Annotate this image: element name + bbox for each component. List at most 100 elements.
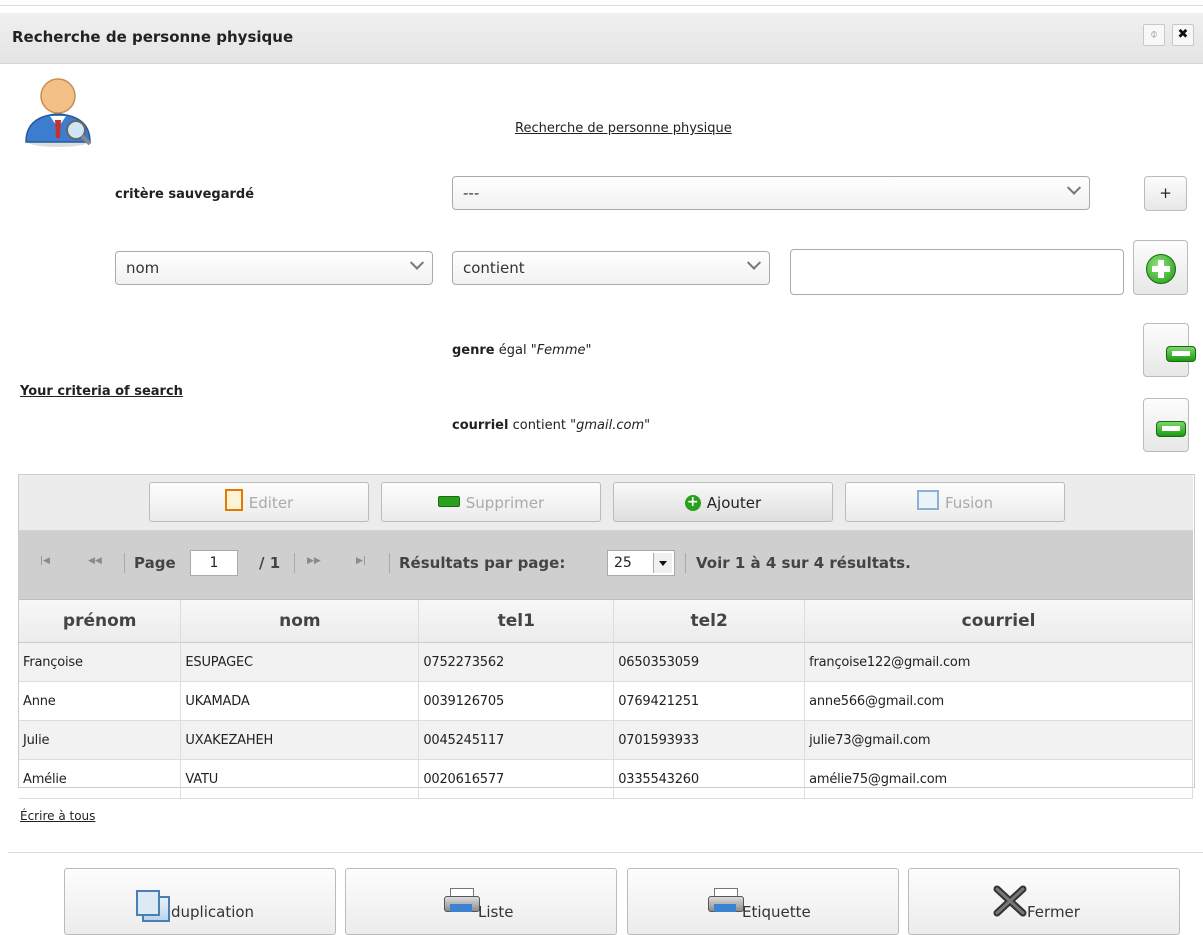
chevron-down-icon (409, 255, 425, 270)
cell-firstname: Julie (19, 720, 182, 760)
criterion-op: contient (512, 418, 566, 433)
pager-separator (389, 553, 390, 573)
duplicate-icon (136, 890, 170, 922)
printer-icon (708, 888, 744, 912)
cell-firstname: Amélie (19, 759, 182, 799)
results-table: prénom nom tel1 tel2 courriel Françoise … (19, 600, 1193, 799)
criterion-1: genre égal "Femme" (452, 343, 591, 358)
page-label: Page (134, 554, 176, 572)
table-header-row: prénom nom tel1 tel2 courriel (19, 600, 1193, 643)
green-plus-icon (1146, 254, 1176, 284)
duplicate-button[interactable]: duplication (64, 868, 336, 935)
cell-lastname: UXAKEZAHEH (180, 720, 420, 760)
add-criterion-button[interactable] (1133, 240, 1188, 295)
footer-divider (8, 852, 1203, 853)
label-label: Etiquette (742, 903, 811, 921)
cell-email: anne566@gmail.com (804, 681, 1193, 721)
criterion-value: "gmail.com" (570, 418, 651, 433)
search-heading[interactable]: Recherche de personne physique (515, 121, 732, 136)
write-all-link[interactable]: Écrire à tous (20, 809, 95, 823)
edit-label: Editer (248, 494, 294, 512)
add-saved-criteria-button[interactable]: + (1144, 176, 1187, 211)
operator-select[interactable]: contient (452, 251, 770, 285)
cell-firstname: Anne (19, 681, 182, 721)
cell-tel1: 0752273562 (418, 642, 615, 682)
remove-criterion-1-button[interactable] (1143, 323, 1196, 377)
close-label: Fermer (1027, 903, 1080, 921)
green-plus-icon: + (684, 495, 701, 511)
per-page-select[interactable]: 25 (607, 550, 675, 576)
first-page-icon[interactable]: |◀ (40, 556, 50, 566)
cell-tel1: 0045245117 (418, 720, 615, 760)
per-page-label: Résultats par page: (399, 554, 566, 572)
criterion-field: genre (452, 343, 495, 358)
close-x-icon (993, 885, 1027, 917)
pin-icon[interactable]: ⌽ (1143, 24, 1165, 46)
saved-criteria-select[interactable]: --- (452, 176, 1090, 210)
cell-lastname: ESUPAGEC (180, 642, 420, 682)
criterion-value: "Femme" (530, 343, 592, 358)
top-divider (0, 5, 1203, 6)
close-button[interactable]: Fermer (908, 868, 1180, 935)
cell-tel1: 0020616577 (418, 759, 615, 799)
merge-label: Fusion (945, 494, 993, 512)
label-button[interactable]: Etiquette (627, 868, 899, 935)
edit-button[interactable]: Editer (149, 482, 369, 522)
delete-button[interactable]: Supprimer (381, 482, 601, 522)
field-select[interactable]: nom (115, 251, 433, 285)
clipboard-icon (224, 489, 243, 511)
cell-tel2: 0701593933 (613, 720, 806, 760)
list-button[interactable]: Liste (345, 868, 617, 935)
remove-criterion-2-button[interactable] (1143, 398, 1189, 452)
duplicate-label: duplication (171, 903, 255, 921)
table-row[interactable]: Julie UXAKEZAHEH 0045245117 0701593933 j… (19, 720, 1193, 760)
add-label: Ajouter (706, 494, 762, 512)
cell-lastname: VATU (180, 759, 420, 799)
column-header-tel2[interactable]: tel2 (613, 600, 806, 643)
column-header-firstname[interactable]: prénom (19, 600, 182, 643)
saved-criteria-value: --- (463, 184, 480, 202)
criterion-op: égal (498, 343, 527, 358)
printer-icon (444, 888, 480, 912)
column-header-email[interactable]: courriel (804, 600, 1193, 643)
last-page-icon[interactable]: ▶| (356, 556, 366, 566)
value-input[interactable] (790, 249, 1124, 295)
cell-email: amélie75@gmail.com (804, 759, 1193, 799)
table-row[interactable]: Anne UKAMADA 0039126705 0769421251 anne5… (19, 681, 1193, 721)
next-page-icon[interactable]: ▶▶ (307, 556, 321, 566)
per-page-value: 25 (614, 555, 632, 571)
merge-icon (917, 490, 939, 510)
chevron-down-icon (746, 255, 762, 270)
cell-email: julie73@gmail.com (804, 720, 1193, 760)
dropdown-arrow-icon (653, 553, 672, 573)
cell-tel1: 0039126705 (418, 681, 615, 721)
table-row[interactable]: Françoise ESUPAGEC 0752273562 0650353059… (19, 642, 1193, 682)
cell-email: françoise122@gmail.com (804, 642, 1193, 682)
cell-firstname: Françoise (19, 642, 182, 682)
add-button[interactable]: + Ajouter (613, 482, 833, 522)
green-minus-icon (1156, 421, 1186, 437)
prev-page-icon[interactable]: ◀◀ (88, 556, 102, 566)
criterion-field: courriel (452, 418, 509, 433)
close-icon[interactable]: ✖ (1172, 24, 1194, 46)
person-search-icon (25, 78, 92, 147)
dialog-title: Recherche de personne physique (12, 28, 294, 46)
column-header-tel1[interactable]: tel1 (418, 600, 615, 643)
page-input[interactable]: 1 (190, 550, 238, 576)
criterion-2: courriel contient "gmail.com" (452, 418, 650, 433)
column-header-lastname[interactable]: nom (180, 600, 420, 643)
table-row[interactable]: Amélie VATU 0020616577 0335543260 amélie… (19, 759, 1193, 799)
saved-criteria-label: critère sauvegardé (115, 187, 255, 202)
green-minus-icon (437, 496, 460, 507)
cell-tel2: 0335543260 (613, 759, 806, 799)
pager-separator (124, 553, 125, 573)
cell-lastname: UKAMADA (180, 681, 420, 721)
pager-separator (294, 553, 295, 573)
criteria-title[interactable]: Your criteria of search (20, 384, 183, 399)
cell-tel2: 0769421251 (613, 681, 806, 721)
list-label: Liste (478, 903, 514, 921)
operator-select-value: contient (463, 259, 525, 277)
delete-label: Supprimer (465, 494, 545, 512)
page-total: / 1 (259, 554, 281, 572)
merge-button[interactable]: Fusion (845, 482, 1065, 522)
